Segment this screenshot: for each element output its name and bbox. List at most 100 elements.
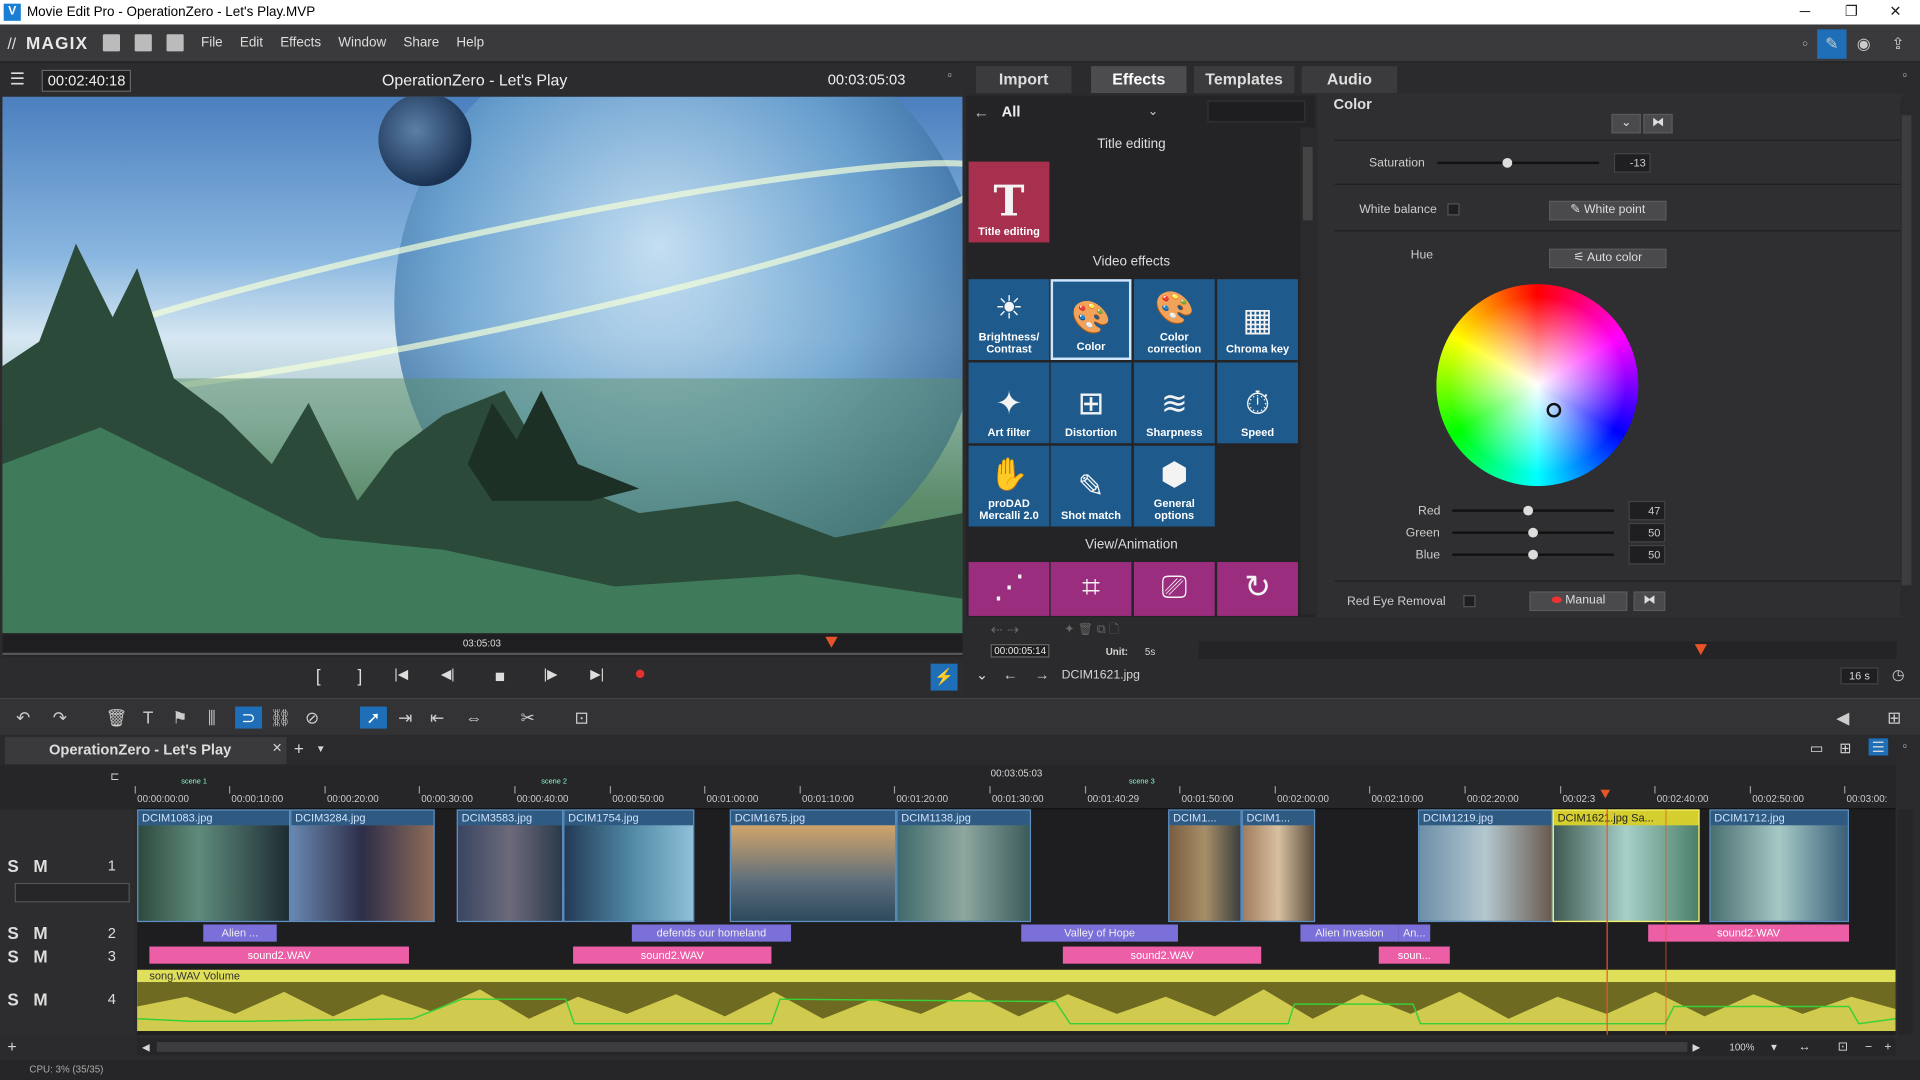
audio-clip[interactable]: sound2.WAV — [1062, 946, 1262, 964]
green-slider[interactable] — [1452, 527, 1614, 538]
sharpness-tile[interactable]: ≋ Sharpness — [1133, 362, 1215, 444]
art-filter-tile[interactable]: ✦ Art filter — [968, 362, 1050, 444]
timeline-vertical-scrollbar[interactable] — [1897, 809, 1913, 1035]
auto-color-button[interactable]: ⚟ Auto color — [1548, 248, 1667, 269]
timeline-undock-icon[interactable]: ▫ — [1903, 740, 1907, 752]
back-arrow-icon[interactable]: ← — [973, 102, 989, 120]
playhead-marker[interactable] — [825, 636, 838, 648]
red-eye-checkbox[interactable] — [1463, 595, 1476, 608]
distortion-tile[interactable]: ⊞ Distortion — [1050, 362, 1132, 444]
zoom-level[interactable]: 100% — [1729, 1041, 1754, 1052]
menu-edit[interactable]: Edit — [240, 36, 263, 51]
motion-path-tile[interactable]: ⋰ — [968, 562, 1050, 616]
next-object-icon[interactable]: → — [1035, 666, 1050, 683]
next-marker-button[interactable]: ▶| — [590, 666, 604, 682]
reset-button[interactable]: ⧓ — [1643, 113, 1673, 134]
saturation-value[interactable]: -13 — [1613, 153, 1651, 173]
tab-dropdown-icon[interactable]: ▼ — [316, 743, 326, 754]
timeline-ruler[interactable]: 00:03:05:03 scene 1 scene 2 scene 3 00:0… — [134, 765, 1896, 810]
hamburger-icon[interactable]: ☰ — [10, 69, 25, 90]
keyframe-nav-icon[interactable]: ⇠ ⇢ — [991, 621, 1020, 638]
tab-audio[interactable]: Audio — [1301, 66, 1398, 94]
mark-in-button[interactable]: [ — [316, 666, 321, 686]
speed-tile[interactable]: ⏱ Speed — [1217, 362, 1298, 444]
title-editing-tile[interactable]: T Title editing — [968, 161, 1050, 243]
snap-icon[interactable]: ⊏ — [110, 770, 119, 783]
edit-mode-icon[interactable]: ✎ — [1817, 29, 1847, 59]
stretch-tool-icon[interactable]: ⇔ — [463, 707, 485, 729]
menu-window[interactable]: Window — [338, 36, 386, 51]
view-mode-1-icon[interactable]: ▭ — [1810, 740, 1824, 757]
timeline-scroll-bar[interactable]: ◀ ▶ 100% ▼ ↔ ⊡ − + — [137, 1038, 1896, 1056]
blue-value[interactable]: 50 — [1628, 544, 1666, 565]
white-balance-checkbox[interactable] — [1447, 203, 1460, 216]
pointer-tool-icon[interactable]: ➚ — [360, 706, 387, 729]
effect-zoom[interactable]: 16 s — [1840, 667, 1879, 685]
clock-icon[interactable]: ◷ — [1892, 666, 1905, 683]
timeline-mode-icon[interactable]: ☰ — [1868, 738, 1889, 756]
video-clip[interactable]: DCIM3583.jpg — [456, 809, 564, 923]
keyframe-tools-icon[interactable]: ✦ 🗑 ⧉ 🗋 — [1064, 621, 1119, 642]
manual-button[interactable]: ⬬ Manual — [1529, 591, 1628, 612]
shot-match-tile[interactable]: ✎ Shot match — [1050, 445, 1132, 527]
zoom-in-icon[interactable]: + — [1884, 1040, 1891, 1053]
prev-marker-button[interactable]: |◀ — [394, 666, 408, 682]
zoom-out-icon[interactable]: − — [1865, 1040, 1872, 1053]
dot-icon[interactable]: ○ — [1790, 29, 1819, 58]
prodad-mercalli-tile[interactable]: ✋ proDAD Mercalli 2.0 — [968, 445, 1050, 527]
brightness-contrast-tile[interactable]: ☀ Brightness/Contrast — [968, 279, 1050, 361]
unlink-icon[interactable]: ⊘ — [301, 707, 323, 729]
menu-help[interactable]: Help — [456, 36, 484, 51]
white-point-button[interactable]: ✎ White point — [1548, 200, 1667, 221]
track-1-controls[interactable]: S M — [7, 856, 52, 876]
red-slider[interactable] — [1452, 505, 1614, 516]
scroll-thumb[interactable] — [156, 1042, 1688, 1052]
current-timecode[interactable]: 00:02:40:18 — [41, 69, 132, 92]
title-clip[interactable]: defends our homeland — [631, 924, 792, 942]
tab-import[interactable]: Import — [975, 66, 1072, 94]
color-tile[interactable]: 🎨 Color — [1050, 279, 1132, 361]
video-clip[interactable]: DCIM1138.jpg — [896, 809, 1032, 923]
menu-share[interactable]: Share — [403, 36, 439, 51]
video-clip[interactable]: DCIM1... — [1168, 809, 1242, 923]
hue-color-wheel[interactable] — [1436, 284, 1639, 487]
select-tool-icon[interactable]: ⇥ — [394, 707, 416, 729]
fit-icon[interactable]: ↔ — [1798, 1040, 1810, 1053]
link-icon[interactable]: ⛓ — [269, 707, 292, 729]
track-4-controls[interactable]: S M — [7, 989, 52, 1009]
tab-effects[interactable]: Effects — [1091, 66, 1187, 94]
menu-effects[interactable]: Effects — [280, 36, 321, 51]
mixer-icon[interactable]: ⊞ — [1883, 707, 1905, 729]
lightning-icon[interactable]: ⚡ — [930, 663, 958, 691]
camera-tile[interactable]: ⎚ — [1133, 562, 1215, 616]
new-file-icon[interactable] — [103, 34, 121, 52]
effect-playhead[interactable] — [1694, 644, 1707, 656]
general-options-tile[interactable]: ⬢ General options — [1133, 445, 1215, 527]
disc-icon[interactable]: ◉ — [1849, 29, 1878, 58]
marker-flag-icon[interactable]: ⚑ — [169, 707, 191, 729]
video-clip[interactable]: DCIM1675.jpg — [729, 809, 897, 923]
title-clip[interactable]: Valley of Hope — [1021, 924, 1178, 942]
chevron-down-icon[interactable]: ⌄ — [1148, 105, 1158, 118]
panel-undock-icon[interactable]: ▫ — [1903, 69, 1907, 81]
menu-file[interactable]: File — [201, 36, 223, 51]
mark-out-button[interactable]: ] — [358, 666, 363, 686]
audio-clip[interactable]: sound2.WAV — [149, 946, 409, 964]
snapshot-icon[interactable]: ⊡ — [571, 707, 593, 729]
prev-frame-button[interactable]: ◀| — [441, 666, 455, 682]
record-button[interactable]: ● — [634, 664, 646, 686]
video-clip[interactable]: DCIM1712.jpg — [1709, 809, 1849, 923]
undock-icon[interactable]: ▫ — [948, 69, 952, 81]
track-2-controls[interactable]: S M — [7, 923, 52, 943]
delete-icon[interactable]: 🗑 — [105, 707, 127, 729]
audio-clip[interactable]: sound2.WAV — [573, 946, 772, 964]
audio-clip[interactable]: sound2.WAV — [1648, 924, 1849, 942]
title-clip[interactable]: Alien ... — [203, 924, 277, 942]
ripple-icon[interactable]: ⊃ — [235, 706, 263, 729]
scene-marker-2[interactable]: scene 2 — [541, 779, 567, 786]
zoom-fit-icon[interactable]: ⊡ — [1838, 1040, 1848, 1053]
close-tab-icon[interactable]: ✕ — [272, 742, 282, 755]
scroll-left-icon[interactable]: ◀ — [142, 1041, 150, 1052]
save-icon[interactable] — [166, 34, 184, 52]
video-clip[interactable]: DCIM1... — [1241, 809, 1316, 923]
